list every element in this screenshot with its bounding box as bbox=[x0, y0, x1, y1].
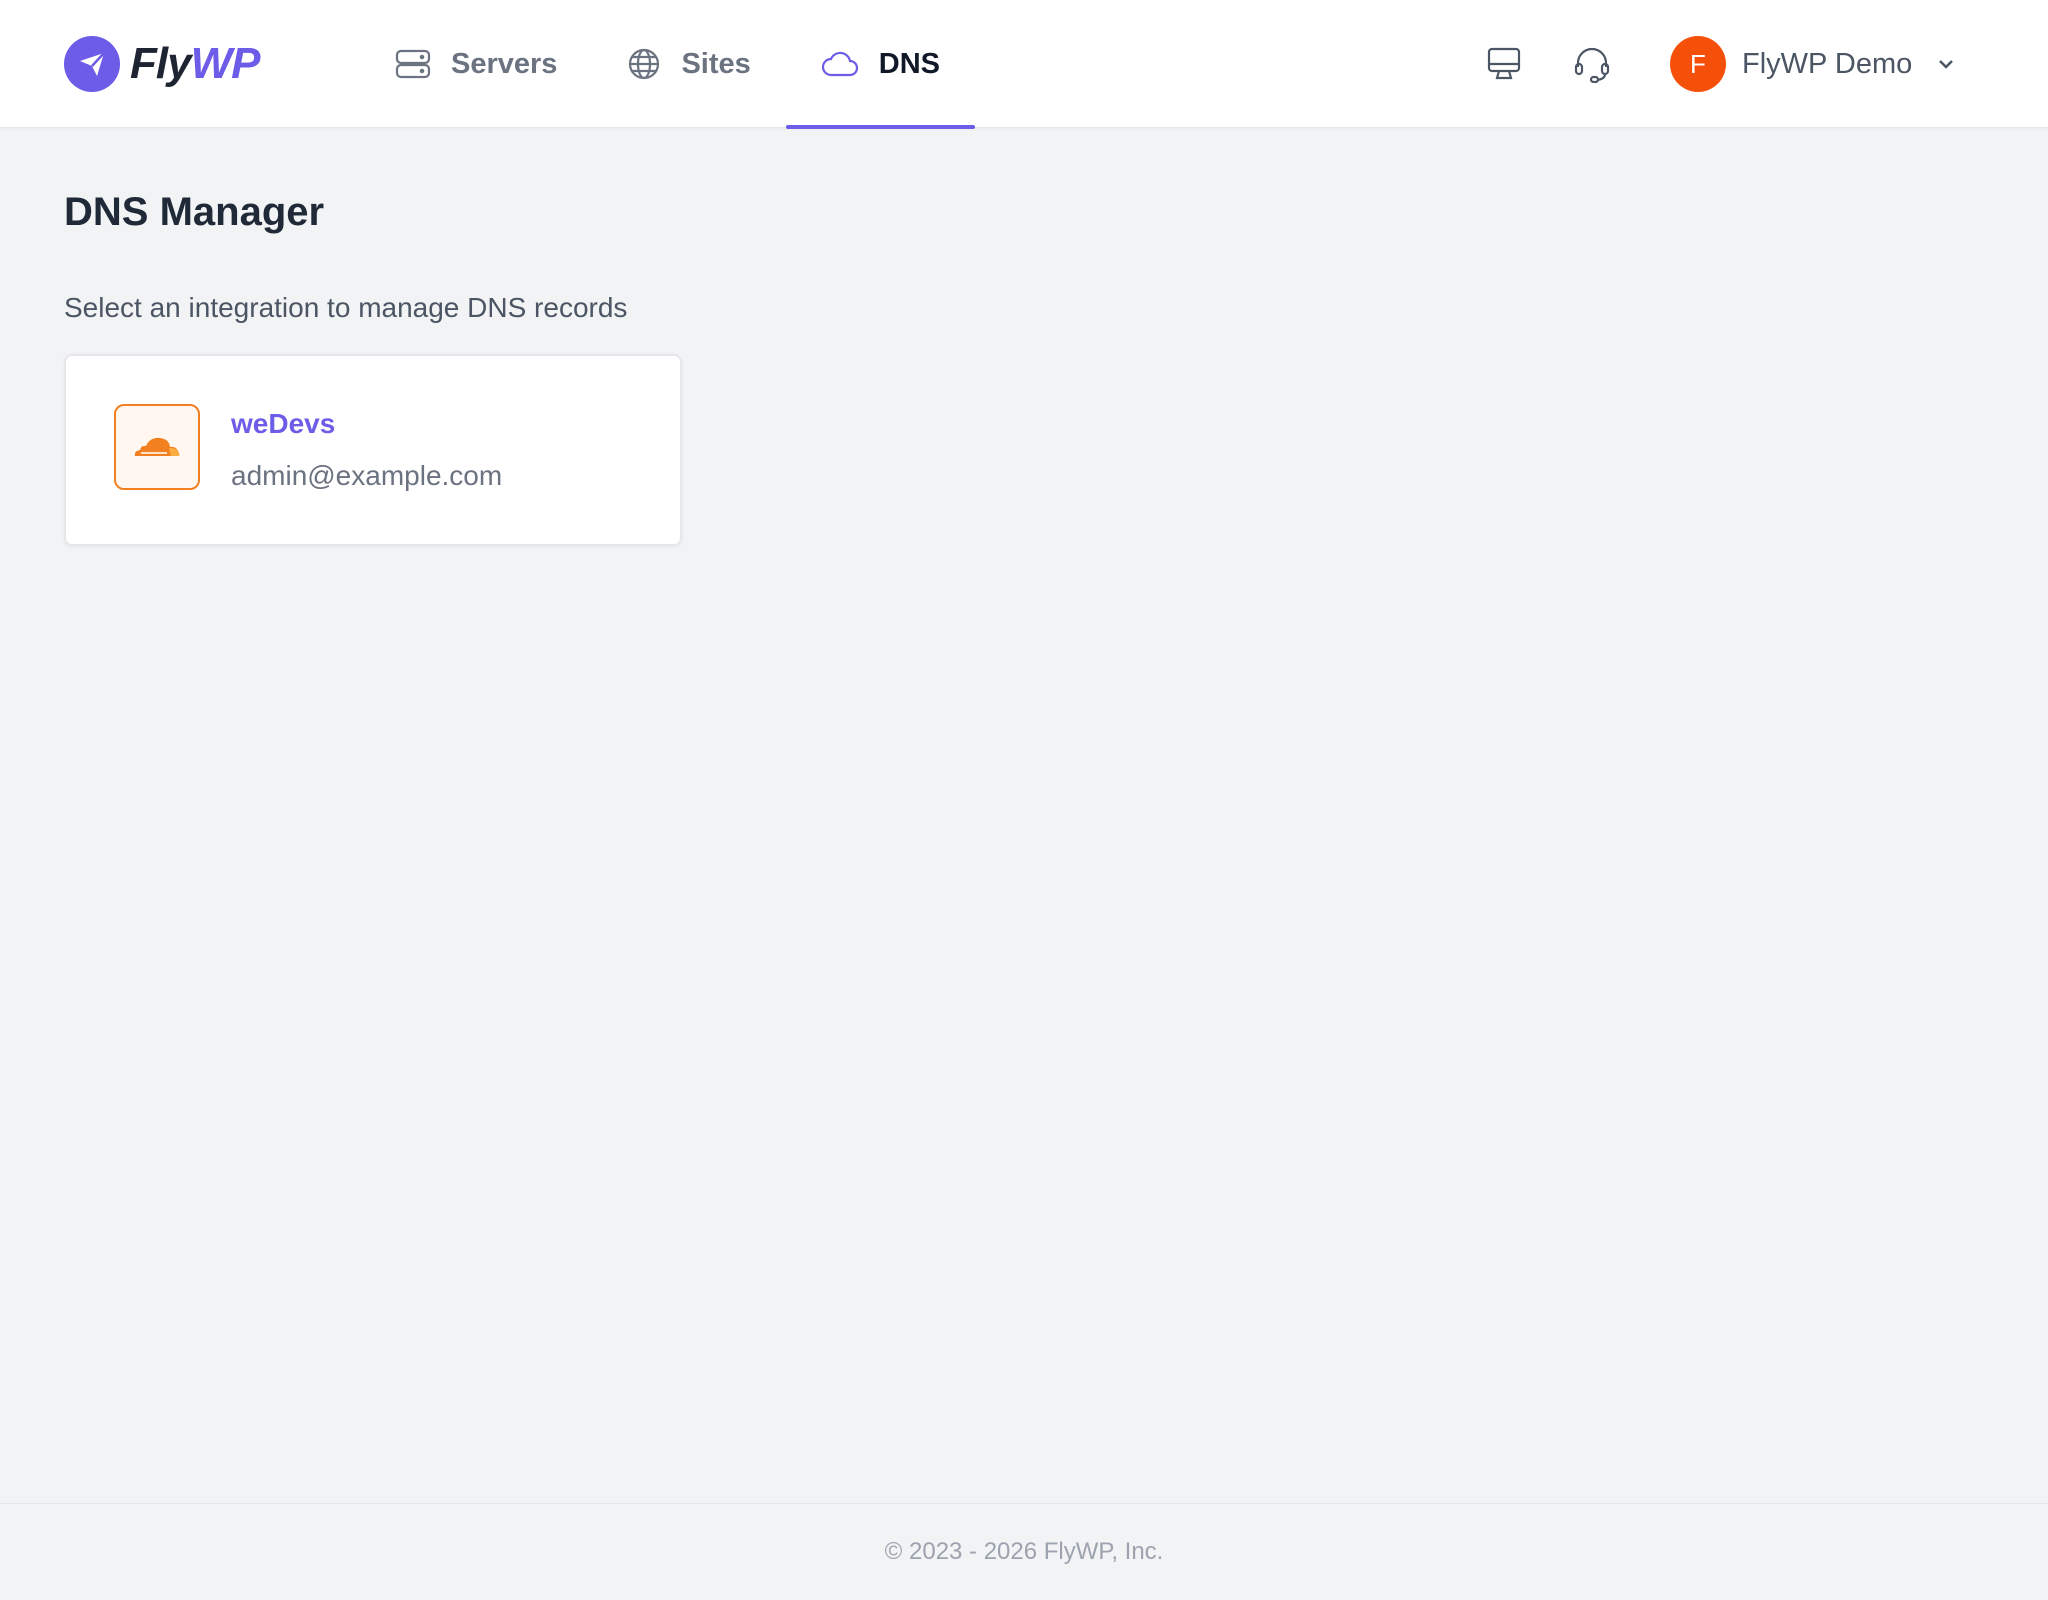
nav-sites-label: Sites bbox=[681, 47, 751, 80]
chevron-down-icon bbox=[1939, 60, 1954, 69]
copyright-text: © 2023 - 2026 FlyWP, Inc. bbox=[884, 1538, 1164, 1565]
globe-icon bbox=[629, 48, 660, 80]
integration-card[interactable]: weDevs admin@example.com bbox=[64, 354, 682, 546]
cloud-icon bbox=[821, 51, 858, 77]
cloudflare-icon bbox=[114, 404, 200, 490]
logo-text: FlyWP bbox=[130, 39, 260, 88]
user-menu[interactable]: F FlyWP Demo bbox=[1670, 36, 1956, 92]
top-header: FlyWP Servers Sites DNS F FlyWP Demo bbox=[0, 0, 2048, 129]
paper-plane-icon bbox=[64, 36, 120, 92]
integration-email: admin@example.com bbox=[231, 460, 503, 491]
user-name: FlyWP Demo bbox=[1742, 47, 1913, 80]
nav-sites[interactable]: Sites bbox=[592, 0, 785, 128]
main-nav: Servers Sites DNS bbox=[360, 0, 976, 129]
flywp-logo[interactable]: FlyWP bbox=[64, 35, 260, 93]
server-icon bbox=[395, 49, 431, 79]
nav-servers-label: Servers bbox=[451, 47, 558, 80]
nav-dns-label: DNS bbox=[878, 47, 940, 80]
monitor-icon bbox=[1487, 47, 1521, 80]
integration-name: weDevs bbox=[231, 408, 336, 439]
nav-dns[interactable]: DNS bbox=[785, 0, 976, 129]
monitor-button[interactable] bbox=[1484, 44, 1524, 84]
headset-icon bbox=[1574, 47, 1610, 83]
nav-servers[interactable]: Servers bbox=[360, 0, 592, 128]
footer: © 2023 - 2026 FlyWP, Inc. bbox=[0, 1503, 2048, 1600]
page-title: DNS Manager bbox=[64, 190, 325, 234]
page-subtitle: Select an integration to manage DNS reco… bbox=[64, 292, 628, 323]
avatar: F bbox=[1670, 36, 1726, 92]
support-button[interactable] bbox=[1572, 44, 1612, 84]
